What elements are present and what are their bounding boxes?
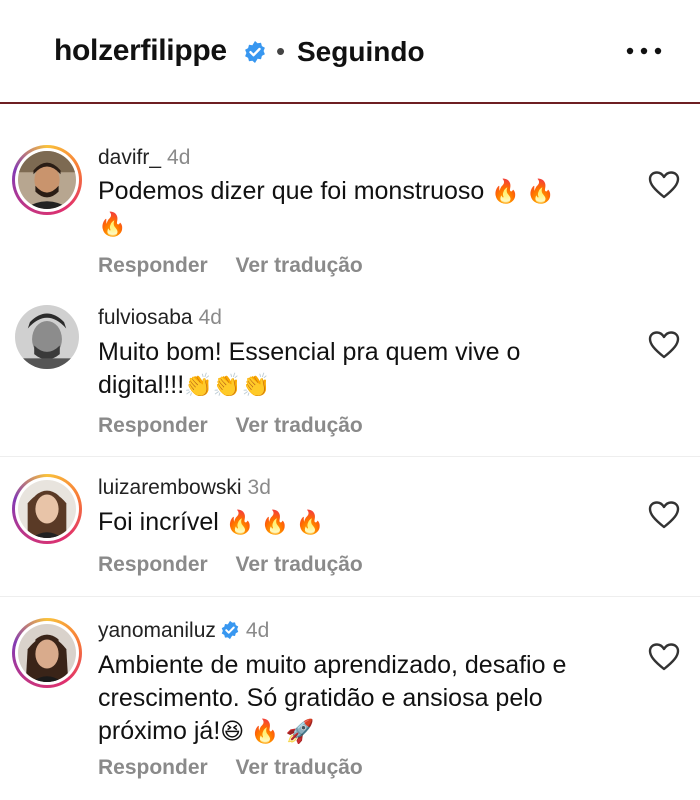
see-translation-button[interactable]: Ver tradução (236, 414, 363, 437)
comment-username[interactable]: yanomaniluz 4d (98, 619, 269, 643)
reply-button[interactable]: Responder (98, 756, 208, 779)
fire-emoji: 🔥 🔥 (491, 178, 555, 204)
comment-username[interactable]: davifr_ 4d (98, 146, 190, 170)
comment-username[interactable]: luizarembowski 3d (98, 476, 271, 500)
see-translation-button[interactable]: Ver tradução (236, 553, 363, 576)
comment-actions: Responder Ver tradução (98, 756, 385, 780)
avatar[interactable] (12, 145, 82, 215)
fire-emoji: 🔥 (98, 211, 127, 237)
comment-username[interactable]: fulviosaba 4d (98, 306, 222, 330)
comment-actions: Responder Ver tradução (98, 553, 385, 577)
header-separator: • (276, 36, 286, 66)
comment-time: 4d (245, 619, 270, 642)
divider (0, 596, 700, 597)
fire-emoji: 🔥 🔥 🔥 (225, 509, 325, 535)
heart-icon[interactable] (648, 642, 680, 672)
reply-button[interactable]: Responder (98, 414, 208, 437)
avatar[interactable] (12, 474, 82, 544)
comment-actions: Responder Ver tradução (98, 414, 385, 438)
heart-icon[interactable] (648, 170, 680, 200)
avatar-photo (18, 480, 76, 538)
avatar-photo (18, 624, 76, 682)
verified-badge-icon (221, 620, 239, 640)
heart-icon[interactable] (648, 330, 680, 360)
avatar-photo (15, 305, 79, 369)
reply-button[interactable]: Responder (98, 254, 208, 277)
avatar[interactable] (12, 302, 82, 372)
comment-text: Ambiente de muito aprendizado, desafio e… (98, 651, 567, 745)
divider (0, 456, 700, 457)
see-translation-button[interactable]: Ver tradução (236, 756, 363, 779)
following-button[interactable]: Seguindo (297, 36, 425, 68)
reply-button[interactable]: Responder (98, 553, 208, 576)
emoji-group: 😆 🔥 🚀 (220, 718, 315, 744)
post-author-username[interactable]: holzerfilippe (54, 34, 227, 68)
comment-text: Muito bom! Essencial pra quem vive o dig… (98, 338, 521, 399)
verified-badge-icon (245, 41, 265, 63)
comment-text: Podemos dizer que foi monstruoso 🔥 🔥 🔥 (98, 177, 555, 237)
see-translation-button[interactable]: Ver tradução (236, 254, 363, 277)
comment-text: Foi incrível 🔥 🔥 🔥 (98, 508, 325, 536)
comment-time: 3d (247, 476, 271, 499)
comment-actions: Responder Ver tradução (98, 254, 385, 278)
avatar-photo (18, 151, 76, 209)
comment-time: 4d (198, 306, 222, 329)
avatar[interactable] (12, 618, 82, 688)
more-options-icon[interactable] (620, 38, 668, 64)
clapping-emoji: 👏👏👏 (184, 372, 271, 398)
heart-icon[interactable] (648, 500, 680, 530)
post-header: holzerfilippe • Seguindo (0, 0, 700, 104)
comment-time: 4d (167, 146, 191, 169)
